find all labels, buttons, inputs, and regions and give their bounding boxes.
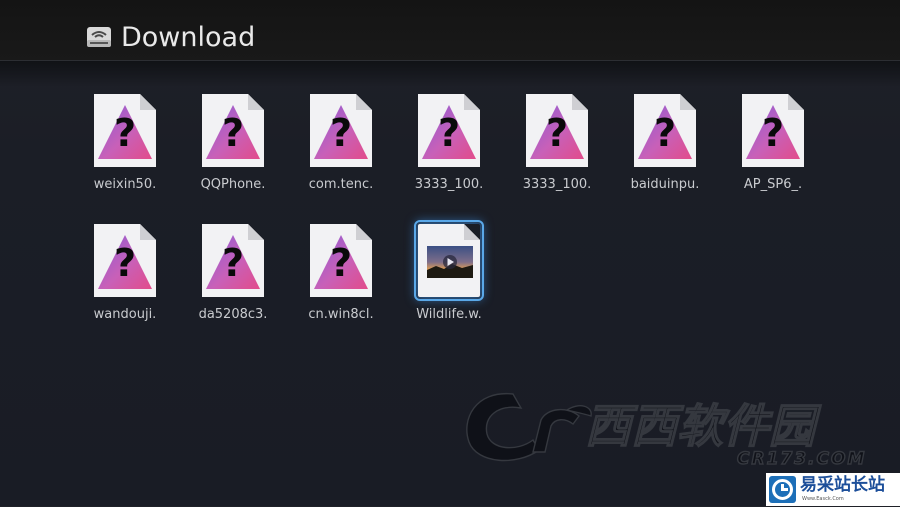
svg-text:?: ? — [222, 111, 244, 155]
site-badge-subtext: Www.Easck.Com — [802, 496, 844, 502]
site-badge-text: 易采站长站 — [800, 475, 885, 495]
file-item[interactable]: ? weixin50. — [77, 94, 173, 206]
unknown-file-icon: ? — [202, 94, 264, 167]
svg-text:?: ? — [654, 111, 676, 155]
file-item-selected[interactable]: Wildlife.w. — [401, 220, 497, 336]
file-name: 3333_100. — [414, 177, 484, 192]
svg-text:?: ? — [114, 241, 136, 285]
file-item[interactable]: ? 3333_100. — [401, 94, 497, 206]
site-badge: 易采站长站 Www.Easck.Com — [766, 473, 900, 506]
svg-text:?: ? — [330, 111, 352, 155]
svg-text:?: ? — [222, 241, 244, 285]
site-logo-icon — [769, 476, 796, 503]
file-name: QQPhone. — [200, 177, 266, 192]
unknown-file-icon: ? — [310, 94, 372, 167]
file-name: AP_SP6_. — [743, 177, 803, 192]
file-name: cn.win8cl. — [308, 307, 374, 322]
video-file-icon — [414, 220, 484, 301]
unknown-file-icon: ? — [310, 224, 372, 297]
watermark-chinese: 西西软件园 — [585, 399, 822, 453]
svg-text:?: ? — [546, 111, 568, 155]
file-item[interactable]: ? cn.win8cl. — [293, 224, 389, 336]
unknown-file-icon: ? — [418, 94, 480, 167]
file-item[interactable]: ? baiduinpu. — [617, 94, 713, 206]
watermark-latin: CR173.COM — [737, 449, 866, 469]
unknown-file-icon: ? — [526, 94, 588, 167]
unknown-file-icon: ? — [94, 224, 156, 297]
file-item[interactable]: ? QQPhone. — [185, 94, 281, 206]
file-name: wandouji. — [93, 307, 157, 322]
svg-text:?: ? — [438, 111, 460, 155]
unknown-file-icon: ? — [94, 94, 156, 167]
file-item[interactable]: ? wandouji. — [77, 224, 173, 336]
svg-text:?: ? — [330, 241, 352, 285]
file-name: da5208c3. — [198, 307, 268, 322]
file-item[interactable]: ? com.tenc. — [293, 94, 389, 206]
svg-text:?: ? — [762, 111, 784, 155]
file-name: baiduinpu. — [630, 177, 700, 192]
unknown-file-icon: ? — [634, 94, 696, 167]
unknown-file-icon: ? — [202, 224, 264, 297]
unknown-file-icon: ? — [742, 94, 804, 167]
file-name: 3333_100. — [522, 177, 592, 192]
file-name: Wildlife.w. — [416, 307, 482, 322]
watermark-logo: 西西软件园 CR173.COM — [466, 393, 866, 470]
file-name: com.tenc. — [308, 177, 374, 192]
file-item[interactable]: ? 3333_100. — [509, 94, 605, 206]
file-item[interactable]: ? da5208c3. — [185, 224, 281, 336]
svg-text:?: ? — [114, 111, 136, 155]
file-item[interactable]: ? AP_SP6_. — [725, 94, 821, 206]
file-name: weixin50. — [93, 177, 157, 192]
